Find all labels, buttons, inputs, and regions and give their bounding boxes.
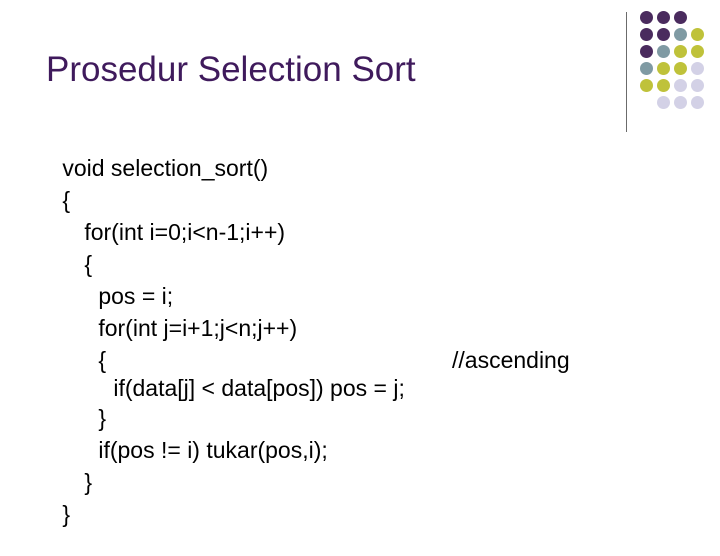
decorative-divider [626,12,627,132]
code-keyword: for(int [84,219,144,245]
code-line: { [60,318,106,373]
decorative-dot [674,96,687,109]
code-line: void selection_sort() [24,126,268,181]
code-keyword: if [98,437,110,463]
code-line: if(pos != i) tukar(pos,i); [60,408,327,463]
code-line: pos = i; [60,254,173,309]
decorative-dot [640,11,653,24]
decorative-dot [691,79,704,92]
code-text: } [84,469,93,495]
decorative-dot [657,79,670,92]
decorative-dot [657,45,670,58]
code-text: (data[j] < data[pos]) pos = j; [124,375,405,401]
decorative-dot [691,45,704,58]
code-comment: //ascending [452,347,570,373]
decorative-dot [691,96,704,109]
code-text: i=0;i<n-1;i++) [143,219,286,245]
decorative-dot [691,62,704,75]
decorative-dot [640,45,653,58]
decorative-dot [657,28,670,41]
code-line: for(int j=i+1;j<n;j++) [60,286,297,341]
decorative-dot [674,45,687,58]
decorative-dot [674,79,687,92]
code-line: { [46,222,92,277]
decorative-dot [657,96,670,109]
code-line: } [46,440,92,495]
code-keyword: for(int j [98,315,169,341]
code-line: { [24,158,70,213]
code-line: } [60,376,106,431]
code-text: =i+1;j<n;j++) [168,315,298,341]
code-line: for(int i=0;i<n-1;i++) [46,190,285,245]
decorative-dot [657,62,670,75]
slide-title: Prosedur Selection Sort [46,50,416,89]
decorative-dot [640,62,653,75]
decorative-dot [674,11,687,24]
code-text: (pos != i) tukar(pos,i); [109,437,328,463]
decorative-dot [640,28,653,41]
decorative-dot [657,11,670,24]
code-text: selection_sort() [104,155,269,181]
decorative-dot [674,62,687,75]
decorative-dot [674,28,687,41]
code-keyword: if [113,375,125,401]
decorative-dot [691,28,704,41]
decorative-dot [640,79,653,92]
code-text: } [62,501,71,527]
code-line: if(data[j] < data[pos]) pos = j; [75,346,405,401]
code-line: } [24,472,70,527]
